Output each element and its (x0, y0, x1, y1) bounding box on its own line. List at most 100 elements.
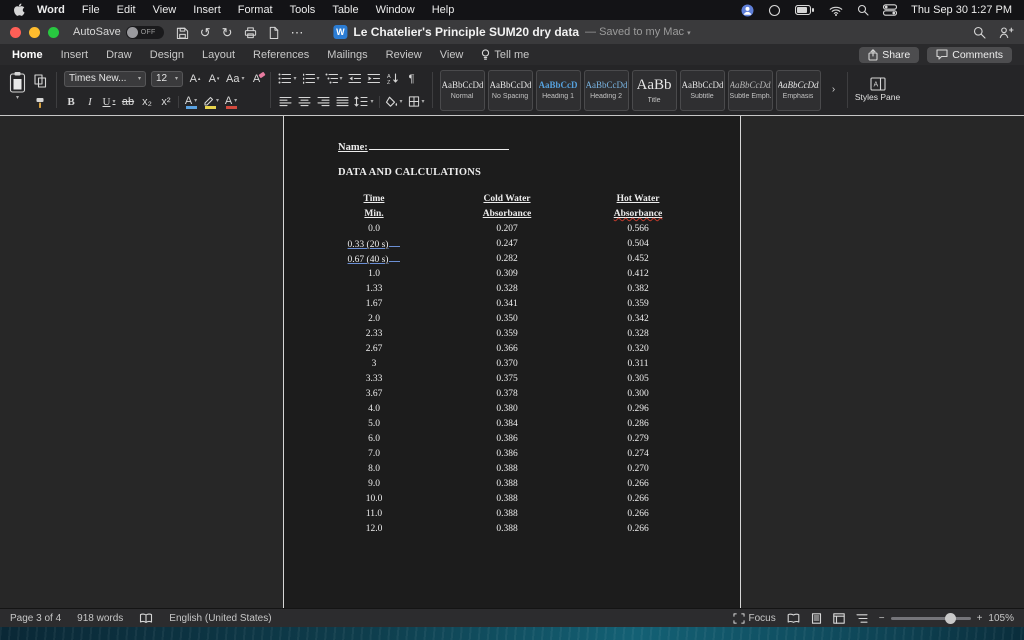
justify-button[interactable] (335, 94, 349, 110)
zoom-window-button[interactable] (48, 26, 59, 38)
more-commands-button[interactable]: ⋯ (291, 26, 304, 39)
styles-pane-button[interactable]: A Styles Pane (855, 69, 901, 111)
align-left-button[interactable] (278, 94, 292, 110)
tell-me-button[interactable]: Tell me (481, 49, 529, 61)
spotlight-search-icon[interactable] (857, 4, 869, 16)
copy-icon[interactable] (34, 74, 47, 88)
font-name-select[interactable]: Times New... ▾ (64, 70, 146, 87)
word-count[interactable]: 918 words (77, 613, 123, 624)
comments-button[interactable]: Comments (927, 46, 1012, 63)
read-mode-icon[interactable] (787, 613, 800, 624)
superscript-button[interactable]: x² (159, 94, 173, 110)
font-color-button[interactable]: A (224, 94, 238, 110)
ribbon-tab[interactable]: View (440, 49, 464, 61)
grow-font-button[interactable]: A (188, 71, 202, 87)
menu-item[interactable]: View (153, 4, 177, 16)
style-swatch[interactable]: AaBbCcDdE Heading 2 (583, 69, 629, 111)
show-paragraph-marks-button[interactable]: ¶ (405, 71, 419, 87)
menu-item[interactable]: File (82, 4, 100, 16)
decrease-indent-button[interactable] (348, 71, 362, 87)
share-button[interactable]: Share (859, 46, 920, 63)
align-right-button[interactable] (316, 94, 330, 110)
menu-item[interactable]: Window (376, 4, 415, 16)
zoom-slider[interactable] (890, 612, 971, 624)
text-effects-button[interactable]: A (184, 94, 198, 110)
menu-item[interactable]: Format (238, 4, 273, 16)
highlight-color-button[interactable] (203, 94, 219, 110)
menu-item[interactable]: Tools (290, 4, 316, 16)
language-indicator[interactable]: English (United States) (169, 613, 271, 624)
style-swatch[interactable]: AaBbCcDdEe Subtitle (679, 69, 725, 111)
menu-item[interactable]: Insert (193, 4, 221, 16)
share-person-icon[interactable] (999, 26, 1014, 39)
menu-bar-clock[interactable]: Thu Sep 30 1:27 PM (911, 4, 1012, 16)
style-swatch[interactable]: AaBbCcDdEe Normal (439, 69, 485, 111)
line-spacing-button[interactable] (354, 94, 373, 110)
print-button[interactable] (244, 26, 257, 39)
menu-item[interactable]: Help (432, 4, 455, 16)
document-icon[interactable] (268, 26, 280, 39)
menu-item[interactable]: Table (332, 4, 358, 16)
apple-menu-icon[interactable] (12, 3, 25, 17)
minimize-window-button[interactable] (29, 26, 40, 38)
menu-item[interactable]: Edit (117, 4, 136, 16)
shrink-font-button[interactable]: A (207, 71, 221, 87)
style-swatch[interactable]: AaBb Title (631, 69, 677, 111)
redo-button[interactable]: ↻ (222, 26, 233, 39)
subscript-button[interactable]: x₂ (140, 94, 154, 110)
ribbon-tab[interactable]: Mailings (327, 49, 367, 61)
web-layout-icon[interactable] (832, 612, 845, 624)
ribbon-tab[interactable]: Design (150, 49, 184, 61)
save-icon[interactable] (176, 26, 189, 39)
shading-button[interactable] (385, 94, 403, 110)
close-window-button[interactable] (10, 26, 21, 38)
clear-formatting-button[interactable]: A (249, 71, 263, 87)
control-center-icon[interactable] (883, 4, 898, 16)
ribbon-tab[interactable]: Layout (202, 49, 235, 61)
borders-button[interactable] (408, 94, 425, 110)
zoom-level[interactable]: 105% (988, 613, 1014, 624)
style-swatch[interactable]: AaBbCcDdEe Emphasis (775, 69, 821, 111)
save-status[interactable]: — Saved to my Mac (585, 26, 691, 38)
style-swatch[interactable]: AaBbCcDdEe No Spacing (487, 69, 533, 111)
strikethrough-button[interactable]: ab (121, 94, 135, 110)
zoom-slider-knob[interactable] (944, 612, 956, 624)
page-indicator[interactable]: Page 3 of 4 (10, 613, 61, 624)
bullet-list-button[interactable] (278, 71, 296, 87)
multilevel-list-button[interactable] (325, 71, 343, 87)
font-size-select[interactable]: 12 ▾ (151, 70, 183, 87)
do-not-disturb-icon[interactable] (768, 4, 781, 17)
zoom-out-button[interactable]: − (879, 613, 885, 624)
change-case-button[interactable]: Aa (226, 71, 244, 87)
ribbon-tab[interactable]: Insert (61, 49, 89, 61)
ribbon-tab[interactable]: Home (12, 49, 43, 61)
document-page[interactable]: Name: DATA AND CALCULATIONS Time Cold Wa… (283, 116, 741, 608)
battery-icon[interactable] (795, 5, 815, 15)
ribbon-tab[interactable]: Draw (106, 49, 132, 61)
menu-item[interactable]: Word (37, 4, 65, 16)
wifi-icon[interactable] (829, 5, 843, 16)
print-layout-icon[interactable] (811, 612, 822, 624)
style-swatch[interactable]: AaBbCcD Heading 1 (535, 69, 581, 111)
focus-button[interactable]: Focus (732, 613, 776, 624)
paste-button[interactable]: ▾ (8, 71, 27, 101)
italic-button[interactable]: I (83, 94, 97, 110)
document-title[interactable]: Le Chatelier's Principle SUM20 dry data (353, 25, 579, 39)
align-center-button[interactable] (297, 94, 311, 110)
zoom-in-button[interactable]: + (977, 613, 983, 624)
numbered-list-button[interactable] (302, 71, 320, 87)
autosave-toggle[interactable]: OFF (125, 25, 164, 39)
undo-button[interactable]: ↺ (200, 26, 211, 39)
search-icon[interactable] (973, 26, 986, 39)
sort-button[interactable]: AZ (386, 71, 400, 87)
spell-check-icon[interactable] (139, 613, 153, 624)
underline-button[interactable]: U (102, 94, 116, 110)
increase-indent-button[interactable] (367, 71, 381, 87)
bold-button[interactable]: B (64, 94, 78, 110)
format-painter-icon[interactable] (34, 97, 47, 109)
outline-view-icon[interactable] (856, 613, 868, 624)
style-swatch[interactable]: AaBbCcDdEe Subtle Emph... (727, 69, 773, 111)
ribbon-tab[interactable]: References (253, 49, 309, 61)
styles-gallery-expander[interactable]: › (828, 69, 840, 110)
ribbon-tab[interactable]: Review (386, 49, 422, 61)
